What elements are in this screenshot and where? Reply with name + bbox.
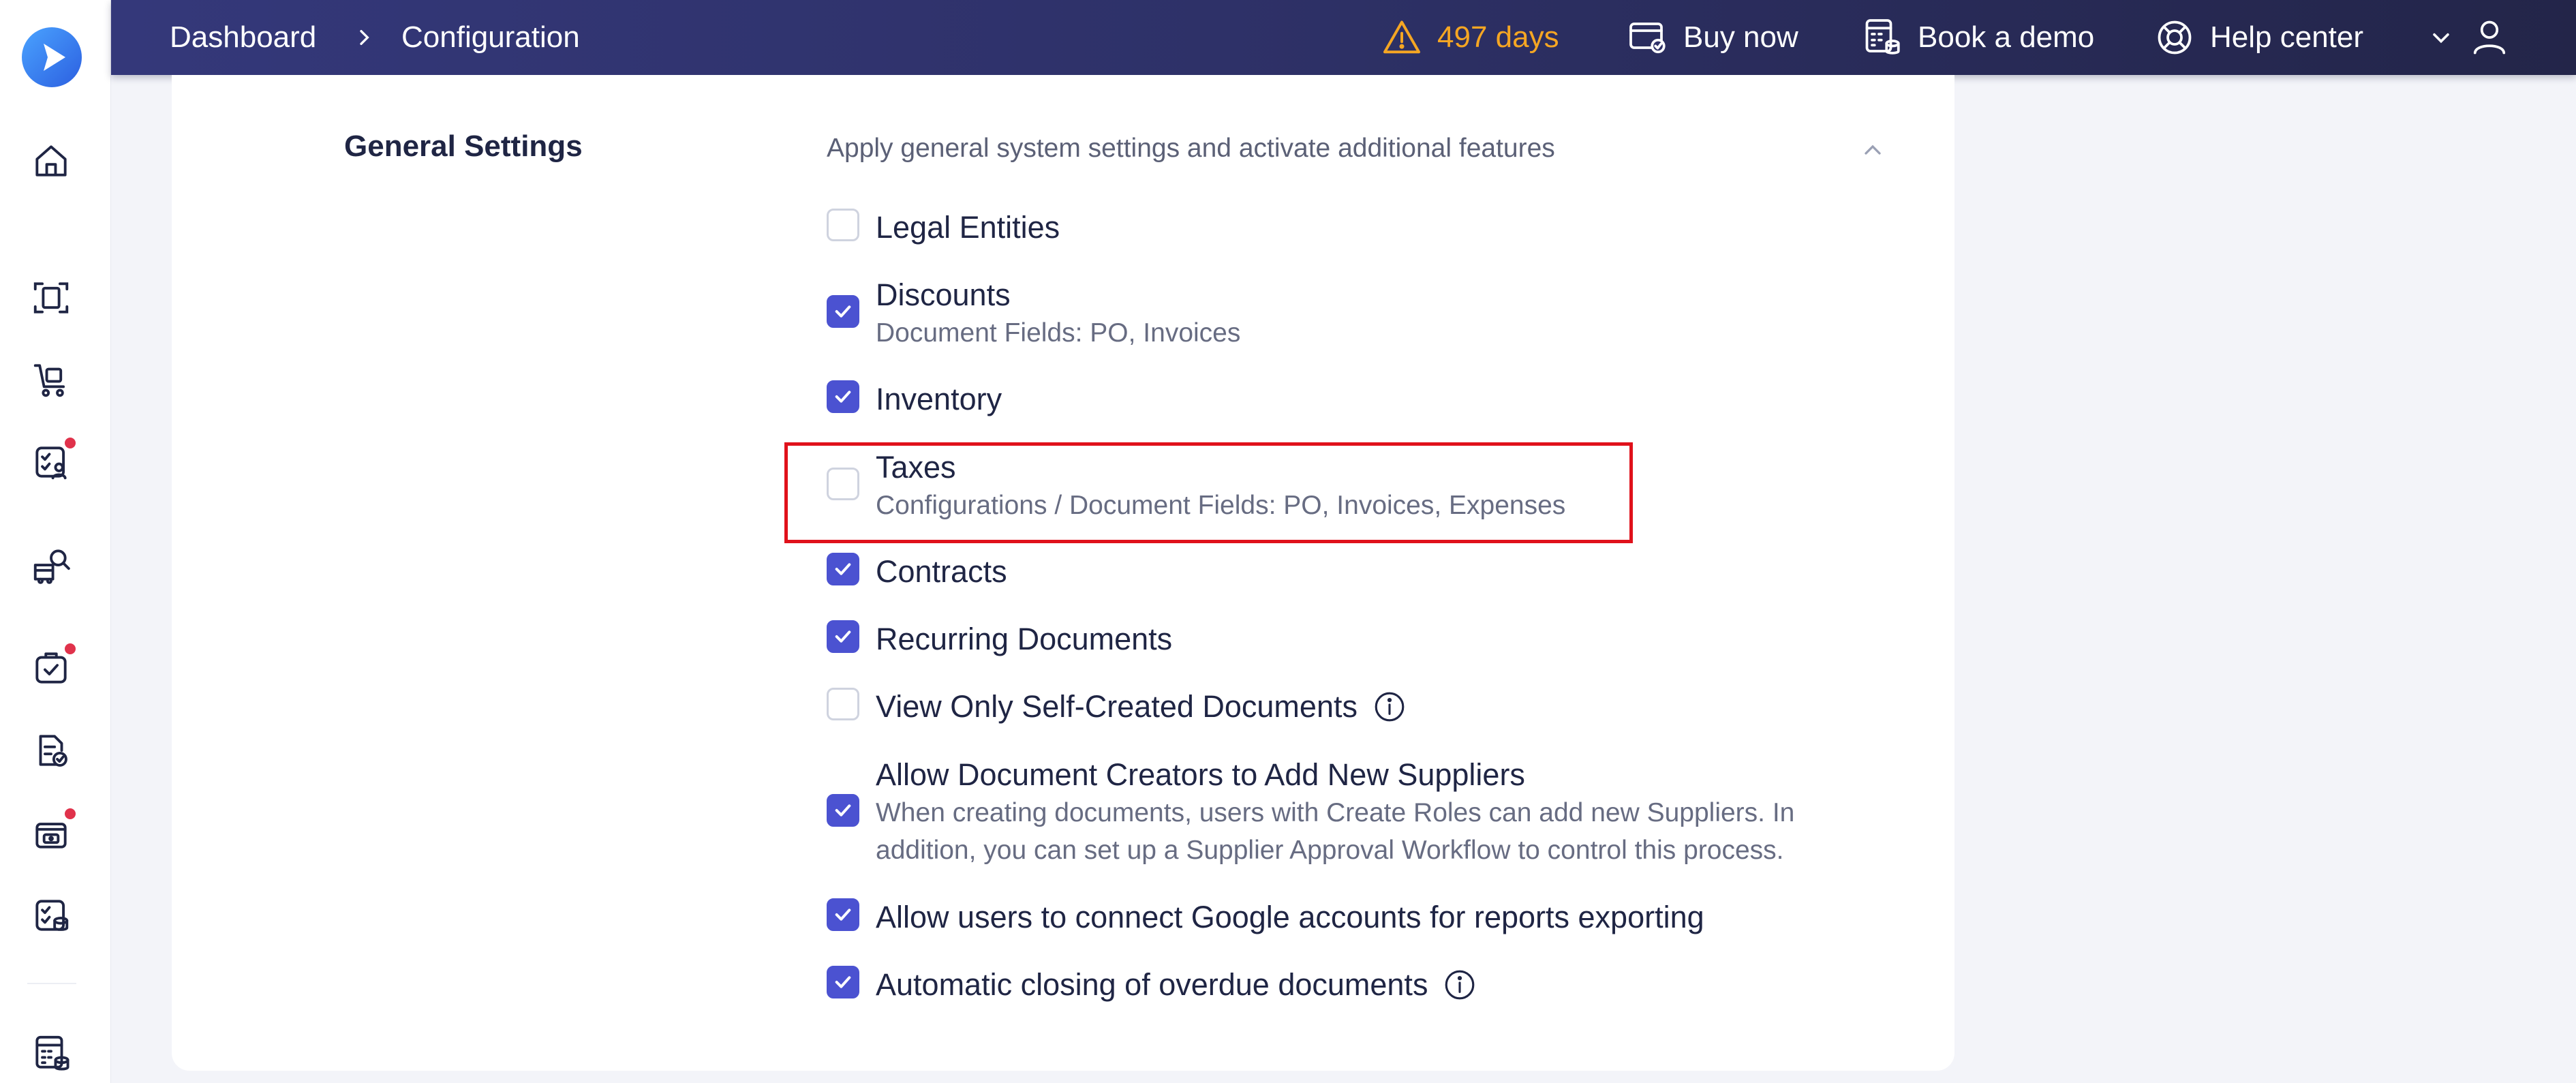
info-icon[interactable] — [1443, 968, 1477, 1002]
sidebar-divider — [27, 983, 76, 984]
checkmark-icon — [835, 630, 851, 643]
discounts-checkbox[interactable] — [827, 295, 859, 328]
section-description: Apply general system settings and activa… — [827, 134, 1555, 163]
scan-document-icon[interactable] — [29, 275, 74, 320]
legal-entities-checkbox[interactable] — [827, 209, 859, 241]
notification-dot — [63, 436, 78, 451]
contracts-checkbox[interactable] — [827, 553, 859, 585]
info-icon[interactable] — [1373, 690, 1407, 724]
help-center-button[interactable]: Help center — [2154, 0, 2363, 75]
option-label: Allow Document Creators to Add New Suppl… — [876, 757, 1525, 792]
user-menu[interactable] — [2429, 0, 2510, 75]
book-demo-label: Book a demo — [1918, 20, 2095, 54]
buy-now-label: Buy now — [1683, 20, 1798, 54]
calculator-icon[interactable] — [29, 1031, 74, 1076]
trial-days-text: 497 days — [1437, 20, 1559, 54]
payments-icon[interactable] — [29, 806, 78, 855]
notification-dot — [63, 641, 78, 656]
option-contracts: Contracts — [827, 553, 1007, 591]
checkmark-icon — [835, 563, 851, 575]
option-discounts: Discounts Document Fields: PO, Invoices — [827, 276, 1240, 352]
app-logo[interactable] — [20, 26, 83, 89]
recurring-documents-checkbox[interactable] — [827, 620, 859, 653]
option-label: Legal Entities — [876, 210, 1060, 245]
option-label: Automatic closing of overdue documents — [876, 967, 1428, 1002]
section-title: General Settings — [344, 129, 583, 163]
option-google-accounts-export: Allow users to connect Google accounts f… — [827, 898, 1704, 936]
automatic-closing-overdue-checkbox[interactable] — [827, 966, 859, 998]
lifebuoy-icon — [2158, 20, 2192, 55]
chevron-right-icon — [353, 0, 375, 75]
highlight-box — [784, 442, 1633, 543]
option-recurring-documents: Recurring Documents — [827, 620, 1172, 658]
purchase-cart-icon[interactable] — [29, 357, 74, 402]
view-only-self-created-checkbox[interactable] — [827, 688, 859, 720]
notification-dot — [63, 806, 78, 821]
option-label: View Only Self-Created Documents — [876, 689, 1358, 724]
chevron-up-icon[interactable] — [1859, 136, 1886, 164]
option-label: Contracts — [876, 554, 1007, 589]
trial-days-indicator[interactable]: 497 days — [1381, 0, 1559, 75]
chevron-down-icon — [2433, 33, 2449, 44]
option-label: Recurring Documents — [876, 622, 1173, 656]
option-subtext: When creating documents, users with Crea… — [876, 798, 1795, 827]
tasks-icon[interactable] — [29, 641, 78, 690]
home-icon[interactable] — [29, 138, 74, 183]
document-check-icon[interactable] — [29, 728, 74, 773]
option-label-row: Automatic closing of overdue documents — [876, 966, 1477, 1004]
checklist-icon[interactable] — [29, 893, 74, 938]
inventory-checkbox[interactable] — [827, 380, 859, 413]
option-inventory: Inventory — [827, 380, 1002, 418]
breadcrumb-configuration: Configuration — [401, 20, 580, 54]
warning-icon — [1383, 20, 1420, 54]
approvals-icon[interactable] — [29, 436, 78, 485]
payment-card-icon — [1629, 22, 1666, 54]
user-icon — [2473, 20, 2506, 55]
option-label: Discounts — [876, 277, 1011, 312]
checkmark-icon — [835, 976, 851, 988]
option-legal-entities: Legal Entities — [827, 209, 1060, 247]
option-allow-creators-add-suppliers: Allow Document Creators to Add New Suppl… — [827, 756, 1794, 869]
option-label: Inventory — [876, 382, 1002, 416]
book-demo-button[interactable]: Book a demo — [1862, 0, 2094, 75]
checkmark-icon — [835, 804, 851, 817]
buy-now-button[interactable]: Buy now — [1627, 0, 1798, 75]
checkmark-icon — [835, 391, 851, 403]
help-center-label: Help center — [2210, 20, 2364, 54]
option-label: Allow users to connect Google accounts f… — [876, 900, 1704, 934]
option-label-row: View Only Self-Created Documents — [876, 688, 1407, 726]
breadcrumb-dashboard[interactable]: Dashboard — [170, 0, 316, 75]
google-accounts-export-checkbox[interactable] — [827, 898, 859, 931]
option-subtext: Document Fields: PO, Invoices — [876, 318, 1241, 348]
allow-creators-add-suppliers-checkbox[interactable] — [827, 794, 859, 827]
checkmark-icon — [835, 909, 851, 921]
supplier-search-icon[interactable] — [29, 543, 74, 588]
option-view-only-self-created: View Only Self-Created Documents — [827, 688, 1407, 726]
option-subtext: addition, you can set up a Supplier Appr… — [876, 836, 1784, 865]
calculator-icon — [1865, 19, 1900, 55]
option-automatic-closing-overdue: Automatic closing of overdue documents — [827, 966, 1477, 1004]
checkmark-icon — [835, 305, 851, 318]
top-header: Dashboard Configuration 497 days Buy now… — [111, 0, 2576, 75]
sidebar — [0, 0, 111, 1083]
